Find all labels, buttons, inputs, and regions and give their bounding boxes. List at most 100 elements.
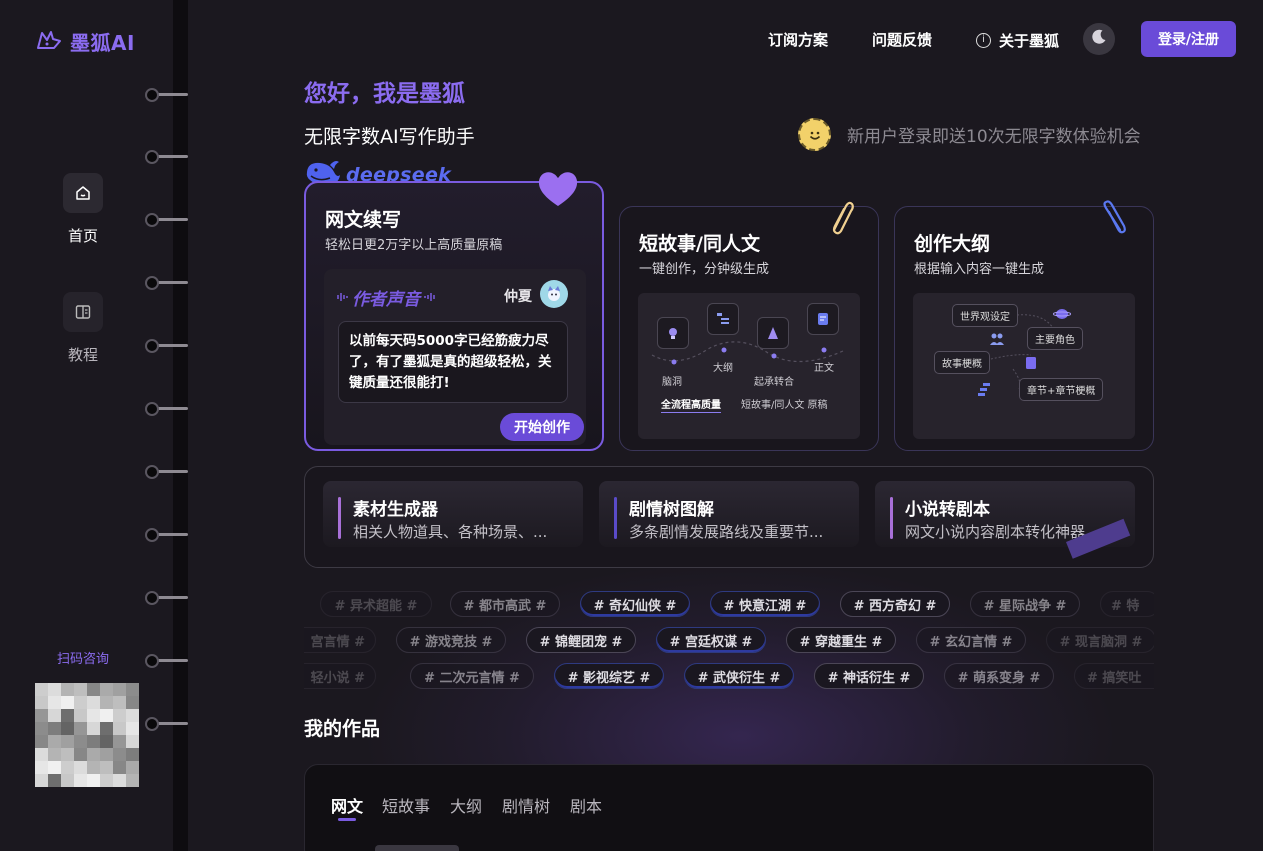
tool-desc: 多条剧情发展路线及重要节... [629, 523, 824, 541]
genre-tag[interactable]: # 都市高武 # [450, 591, 560, 617]
nav-about-label: 关于墨狐 [999, 31, 1060, 50]
genre-tag[interactable]: # 影视综艺 # [554, 663, 664, 689]
sound-wave-icon [424, 288, 436, 308]
card-title: 创作大纲 [914, 233, 991, 255]
works-item-placeholder[interactable] [375, 845, 459, 851]
sound-wave-icon [336, 288, 348, 308]
mindmap-node: 主要角色 [1027, 327, 1083, 350]
binder-ring [145, 402, 190, 416]
tab-outline[interactable]: 大纲 [450, 793, 482, 817]
genre-tag[interactable]: # 萌系变身 # [944, 663, 1054, 689]
card-create-outline[interactable]: 创作大纲 根据输入内容一键生成 世界观设定 主要角色 故事梗概 章节+章节梗概 [894, 206, 1154, 451]
card-title: 网文续写 [325, 209, 402, 231]
genre-tag[interactable]: # 异术超能 # [320, 591, 432, 617]
genre-tag[interactable]: # 奇幻仙侠 # [580, 591, 690, 617]
book-icon [1025, 355, 1037, 374]
qr-label: 扫码咨询 [56, 652, 109, 667]
theme-toggle-button[interactable] [1083, 23, 1115, 55]
users-icon [989, 331, 1005, 350]
binder-ring [145, 717, 190, 731]
mindmap-node: 世界观设定 [952, 304, 1018, 327]
genre-tag[interactable]: # 二次元言情 # [410, 663, 534, 689]
step-label: 大纲 [713, 363, 733, 374]
heart-sticker-icon [536, 168, 580, 208]
card-title: 短故事/同人文 [639, 233, 760, 255]
genre-tag[interactable]: # 快意江湖 # [710, 591, 820, 617]
card-desc: 一键创作，分钟级生成 [639, 262, 770, 277]
planet-icon [1052, 305, 1072, 324]
qr-code-image [35, 683, 139, 787]
card-short-story[interactable]: 短故事/同人文 一键创作，分钟级生成 脑洞 大纲 起承转合 正文 全流程高质量 … [619, 206, 879, 451]
genre-tag[interactable]: 轻小说 # [304, 663, 376, 689]
chapters-icon [977, 381, 991, 400]
binder-ring [145, 465, 190, 479]
genre-tag[interactable]: # 穿越重生 # [786, 627, 896, 653]
genre-tag[interactable]: # 游戏竞技 # [396, 627, 506, 653]
genre-tag[interactable]: # 宫廷权谋 # [656, 627, 766, 653]
binder-ring [145, 88, 190, 102]
author-voice-label: 作者声音 [352, 290, 420, 310]
moon-icon [1090, 28, 1108, 50]
tab-short-story[interactable]: 短故事 [382, 793, 430, 817]
binder-ring [145, 339, 190, 353]
tab-script[interactable]: 剧本 [570, 793, 602, 817]
fox-logo-icon [36, 29, 62, 55]
avatar [540, 280, 568, 308]
tool-accent-bar [338, 497, 341, 539]
tool-desc: 网文小说内容剧本转化神器 [905, 523, 1086, 541]
greeting-title: 您好，我是墨狐 [304, 81, 465, 107]
hero-subtitle: 无限字数AI写作助手 [304, 126, 475, 148]
tool-plot-tree[interactable]: 剧情树图解 多条剧情发展路线及重要节... [599, 481, 859, 547]
binder-ring [145, 213, 190, 227]
genre-tags-row: 宫言情 # # 游戏竞技 # # 锦鲤团宠 # # 宫廷权谋 # # 穿越重生 … [304, 627, 1154, 655]
login-button[interactable]: 登录/注册 [1141, 21, 1236, 57]
tool-desc: 相关人物道具、各种场景、... [353, 523, 548, 541]
tool-title: 剧情树图解 [629, 500, 714, 520]
home-icon [63, 173, 103, 213]
genre-tag[interactable]: # 特 [1100, 591, 1154, 617]
paperclip-icon [826, 200, 854, 236]
new-user-promo: 新用户登录即送10次无限字数体验机会 [798, 118, 1141, 151]
tab-web-novel[interactable]: 网文 [331, 793, 363, 817]
sidebar-item-label: 教程 [67, 346, 98, 364]
card-web-novel-continue[interactable]: 网文续写 轻松日更2万字以上高质量原稿 作者声音 仲夏 以前每天码5000字已经… [304, 181, 604, 451]
genre-tag[interactable]: # 武侠衍生 # [684, 663, 794, 689]
genre-tag[interactable]: # 搞笑吐 [1074, 663, 1154, 689]
binder-ring [145, 276, 190, 290]
outline-mindmap-preview: 世界观设定 主要角色 故事梗概 章节+章节梗概 [913, 293, 1135, 439]
tool-material-generator[interactable]: 素材生成器 相关人物道具、各种场景、... [323, 481, 583, 547]
genre-tags-row: 轻小说 # # 二次元言情 # # 影视综艺 # # 武侠衍生 # # 神话衍生… [304, 663, 1154, 691]
workflow-footer-left: 全流程高质量 [661, 396, 721, 413]
promo-text: 新用户登录即送10次无限字数体验机会 [847, 127, 1141, 147]
card-desc: 根据输入内容一键生成 [914, 262, 1045, 277]
binder-ring [145, 150, 190, 164]
card-desc: 轻松日更2万字以上高质量原稿 [325, 238, 503, 253]
genre-tag[interactable]: # 星际战争 # [970, 591, 1080, 617]
binder-ring [145, 591, 190, 605]
sidebar-item-home[interactable]: 首页 [63, 173, 103, 246]
nav-subscription-link[interactable]: 订阅方案 [768, 29, 828, 51]
mindmap-node: 故事梗概 [934, 351, 990, 374]
genre-tag[interactable]: 宫言情 # [304, 627, 376, 653]
start-writing-button[interactable]: 开始创作 [500, 413, 584, 441]
step-label: 脑洞 [662, 377, 682, 388]
step-label: 正文 [814, 363, 834, 374]
structure-icon [757, 317, 789, 349]
tab-plot-tree[interactable]: 剧情树 [502, 793, 550, 817]
tools-panel: 素材生成器 相关人物道具、各种场景、... 剧情树图解 多条剧情发展路线及重要节… [304, 466, 1154, 568]
sidebar-item-tutorial[interactable]: 教程 [63, 292, 103, 365]
nav-about-link[interactable]: i 关于墨狐 [976, 29, 1059, 51]
testimonial-author: 仲夏 [504, 289, 532, 305]
genre-tag[interactable]: # 西方奇幻 # [840, 591, 950, 617]
logo[interactable]: 墨狐AI [36, 27, 135, 56]
nav-feedback-link[interactable]: 问题反馈 [872, 29, 932, 51]
tool-title: 小说转剧本 [905, 500, 990, 520]
smiley-badge-icon [798, 118, 831, 151]
story-workflow-preview: 脑洞 大纲 起承转合 正文 全流程高质量 短故事/同人文 原稿 [638, 293, 860, 439]
genre-tag[interactable]: # 现言脑洞 # [1046, 627, 1154, 653]
book-icon [63, 292, 103, 332]
genre-tag[interactable]: # 锦鲤团宠 # [526, 627, 636, 653]
genre-tag[interactable]: # 神话衍生 # [814, 663, 924, 689]
text-icon [807, 303, 839, 335]
genre-tag[interactable]: # 玄幻言情 # [916, 627, 1026, 653]
